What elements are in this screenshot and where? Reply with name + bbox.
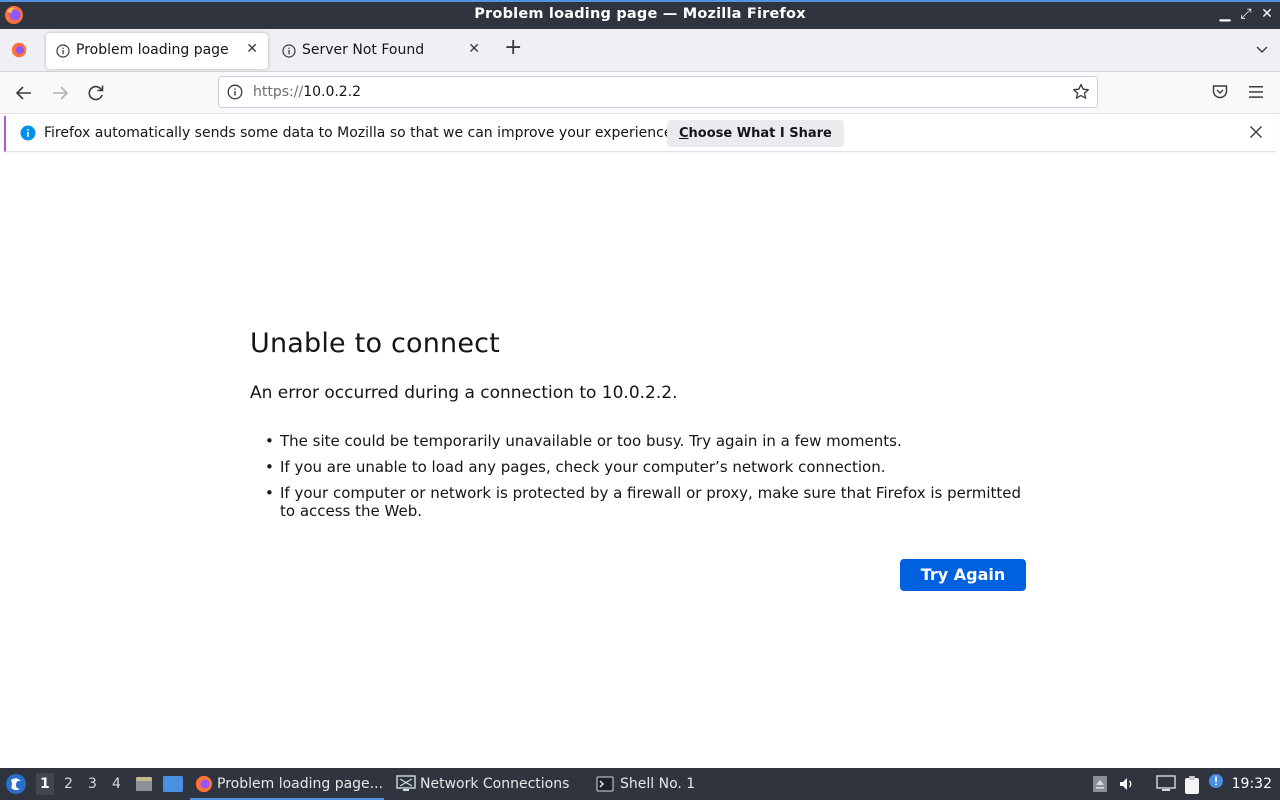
accesskey-letter: C (679, 126, 689, 141)
choose-what-i-share-button[interactable]: Choose What I Share (667, 120, 844, 147)
info-icon (282, 44, 296, 58)
url-text[interactable]: https://10.0.2.2 (253, 84, 361, 100)
list-item: If you are unable to load any pages, che… (250, 458, 1030, 476)
workspace-3[interactable]: 3 (88, 776, 97, 792)
taskbar-item-label: Problem loading page... (217, 776, 384, 792)
hamburger-menu-icon[interactable] (1246, 83, 1266, 101)
try-again-button[interactable]: Try Again (900, 559, 1026, 591)
notification-message: Firefox automatically sends some data to… (44, 125, 677, 141)
file-manager-icon[interactable] (134, 774, 154, 794)
tab-label: Server Not Found (302, 42, 425, 58)
workspace-4[interactable]: 4 (112, 776, 121, 792)
chevron-down-icon[interactable] (1254, 41, 1270, 57)
error-title: Unable to connect (250, 328, 500, 359)
site-info-icon[interactable] (227, 84, 243, 100)
workspace-1[interactable]: 1 (36, 773, 54, 795)
error-page-content: Unable to connect An error occurred duri… (250, 328, 1030, 528)
info-filled-icon (20, 125, 36, 141)
firefox-view-icon[interactable] (10, 41, 28, 59)
network-icon (396, 775, 416, 791)
url-bar[interactable]: https://10.0.2.2 (218, 76, 1098, 108)
terminal-icon (596, 776, 614, 792)
clock: 19:32 (1231, 776, 1272, 792)
reload-icon[interactable] (85, 82, 107, 104)
start-menu-icon[interactable] (5, 773, 27, 795)
navigation-toolbar: https://10.0.2.2 (0, 72, 1280, 114)
network-monitor-icon[interactable] (1156, 775, 1176, 793)
tab-problem-loading[interactable]: Problem loading page ✕ (46, 33, 268, 69)
show-desktop-icon[interactable] (162, 774, 184, 794)
url-scheme: https:// (253, 84, 304, 100)
eject-icon[interactable] (1092, 775, 1108, 793)
window-titlebar: Problem loading page — Mozilla Firefox ▁… (0, 0, 1280, 29)
taskbar-item-label: Shell No. 1 (620, 776, 696, 792)
window-title: Problem loading page — Mozilla Firefox (474, 6, 806, 22)
forward-arrow-icon[interactable] (49, 82, 71, 104)
taskbar: 1 2 3 4 Problem loading page... Network … (0, 768, 1280, 800)
list-item: If your computer or network is protected… (250, 484, 1030, 520)
maximize-button[interactable]: ⤢ (1238, 6, 1254, 22)
button-label-rest: hoose What I Share (688, 126, 832, 141)
taskbar-item-shell[interactable]: Shell No. 1 (596, 768, 706, 800)
error-suggestions: The site could be temporarily unavailabl… (250, 432, 1030, 520)
close-window-button[interactable]: ✕ (1259, 6, 1275, 22)
info-icon (56, 44, 70, 58)
data-collection-notification: Firefox automatically sends some data to… (4, 116, 1276, 152)
close-tab-icon[interactable]: ✕ (246, 41, 258, 57)
back-arrow-icon[interactable] (13, 82, 35, 104)
list-item: The site could be temporarily unavailabl… (250, 432, 1030, 450)
tab-strip: Problem loading page ✕ Server Not Found … (0, 29, 1280, 72)
error-description: An error occurred during a connection to… (250, 383, 678, 403)
clipboard-icon[interactable] (1182, 775, 1202, 795)
new-tab-button[interactable]: + (504, 35, 522, 60)
workspace-2[interactable]: 2 (64, 776, 73, 792)
close-tab-icon[interactable]: ✕ (468, 41, 480, 57)
tab-label: Problem loading page (76, 42, 229, 58)
firefox-icon (195, 775, 213, 793)
volume-icon[interactable] (1118, 775, 1136, 793)
pocket-icon[interactable] (1210, 82, 1230, 102)
update-notification-icon[interactable] (1208, 773, 1226, 791)
taskbar-item-label: Network Connections (420, 776, 570, 792)
url-host: 10.0.2.2 (303, 84, 362, 100)
close-icon[interactable] (1248, 124, 1264, 140)
bookmark-star-icon[interactable] (1071, 82, 1091, 102)
taskbar-item-network[interactable]: Network Connections (396, 768, 576, 800)
tab-server-not-found[interactable]: Server Not Found ✕ (272, 33, 490, 69)
taskbar-item-firefox[interactable]: Problem loading page... (190, 768, 384, 800)
minimize-button[interactable]: ▁ (1217, 6, 1233, 22)
